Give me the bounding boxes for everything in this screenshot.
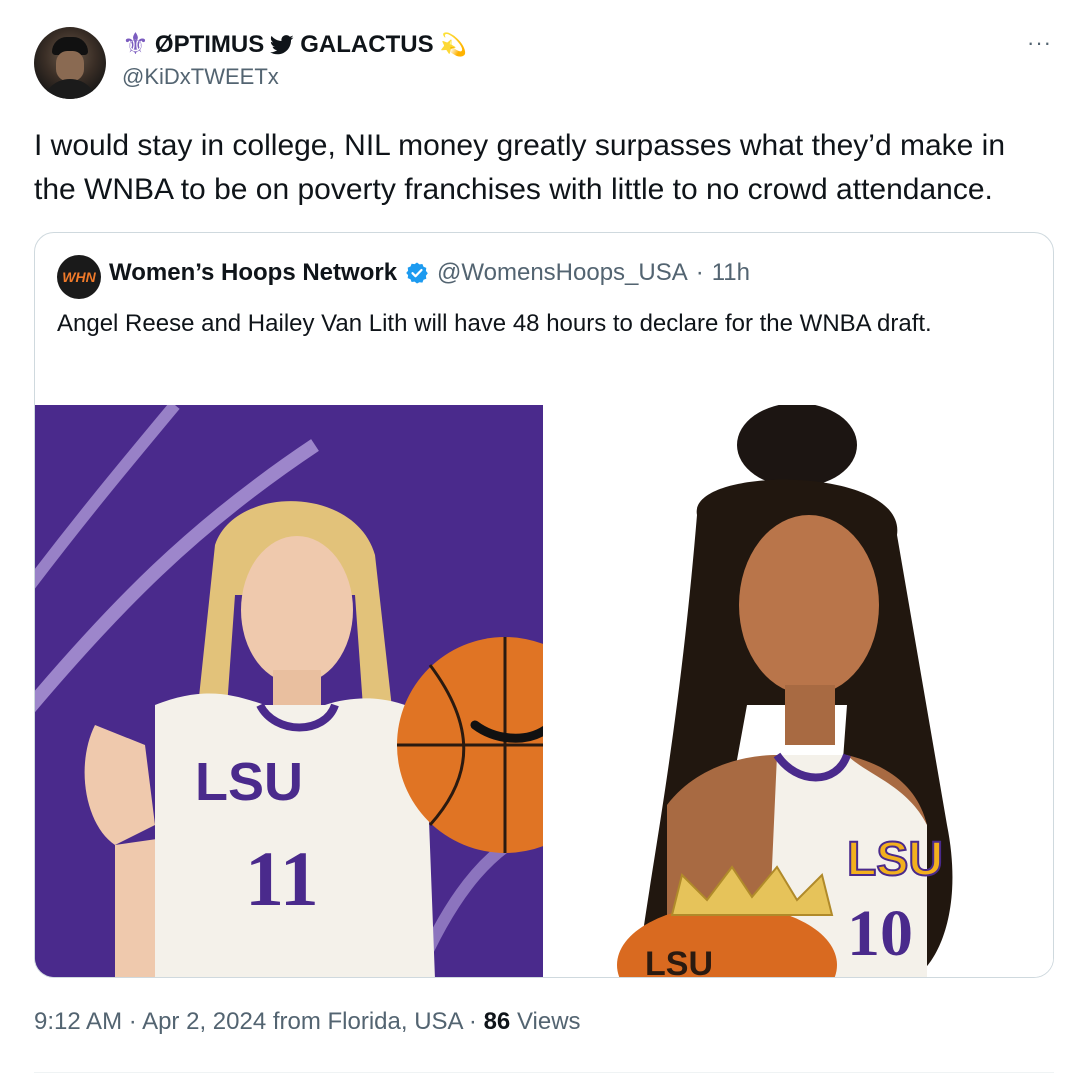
quoted-separator: · bbox=[695, 259, 704, 286]
quoted-avatar-logo-text: WHN bbox=[62, 269, 96, 285]
avatar-face bbox=[56, 51, 84, 81]
quoted-avatar[interactable]: WHN bbox=[57, 255, 101, 299]
quoted-age[interactable]: 11h bbox=[712, 259, 750, 287]
left-jersey-number: 11 bbox=[245, 835, 319, 922]
photo-right-illustration: LSU 10 LSU bbox=[547, 405, 1053, 978]
right-jersey-text: LSU bbox=[847, 833, 943, 886]
quoted-text: Angel Reese and Hailey Van Lith will hav… bbox=[57, 310, 932, 337]
photo-angel-reese[interactable]: LSU 10 LSU bbox=[547, 405, 1053, 978]
more-options-icon[interactable]: ··· bbox=[1027, 30, 1052, 56]
author-avatar[interactable] bbox=[34, 27, 106, 99]
tweet-date[interactable]: Apr 2, 2024 bbox=[142, 1008, 266, 1035]
divider bbox=[34, 1072, 1054, 1073]
tweet-time[interactable]: 9:12 AM bbox=[34, 1008, 122, 1035]
avatar-shirt bbox=[42, 79, 98, 99]
tweet: ⚜ ØPTIMUS GALACTUS 💫 @KiDxTWEETx ··· I w… bbox=[0, 0, 1088, 1082]
views-count: 86 bbox=[483, 1008, 511, 1035]
twitter-bird-icon bbox=[270, 35, 294, 55]
views-label: Views bbox=[516, 1008, 581, 1035]
quoted-media: LSU 11 LSU 10 LSU bbox=[35, 405, 1053, 978]
author-display-name[interactable]: ØPTIMUS bbox=[155, 31, 264, 59]
quoted-header: Women’s Hoops Network @WomensHoops_USA ·… bbox=[109, 259, 750, 287]
author-handle[interactable]: @KiDxTWEETx bbox=[122, 64, 279, 90]
left-jersey-text: LSU bbox=[195, 752, 303, 812]
footer-separator-2: · bbox=[468, 1008, 477, 1035]
photo-left-illustration: LSU 11 bbox=[35, 405, 543, 977]
author-name-row[interactable]: ⚜ ØPTIMUS GALACTUS 💫 bbox=[122, 28, 467, 62]
photo-hailey-van-lith[interactable]: LSU 11 bbox=[35, 405, 543, 977]
fleur-de-lis-icon: ⚜ bbox=[122, 28, 149, 61]
quoted-tweet[interactable]: WHN Women’s Hoops Network @WomensHoops_U… bbox=[34, 232, 1054, 978]
quoted-author-name[interactable]: Women’s Hoops Network bbox=[109, 259, 397, 287]
verified-badge-icon bbox=[405, 261, 429, 285]
tweet-footer: 9:12 AM · Apr 2, 2024 from Florida, USA … bbox=[34, 1008, 581, 1036]
author-display-name-2[interactable]: GALACTUS bbox=[300, 31, 433, 59]
right-jersey-number: 10 bbox=[847, 897, 913, 970]
tweet-text: I would stay in college, NIL money great… bbox=[34, 129, 1006, 206]
quoted-handle[interactable]: @WomensHoops_USA bbox=[437, 259, 688, 287]
ball-logo-text: LSU bbox=[645, 945, 713, 978]
footer-separator: · bbox=[128, 1008, 137, 1035]
tweet-source: from Florida, USA bbox=[272, 1008, 463, 1035]
dizzy-star-icon: 💫 bbox=[439, 32, 467, 57]
